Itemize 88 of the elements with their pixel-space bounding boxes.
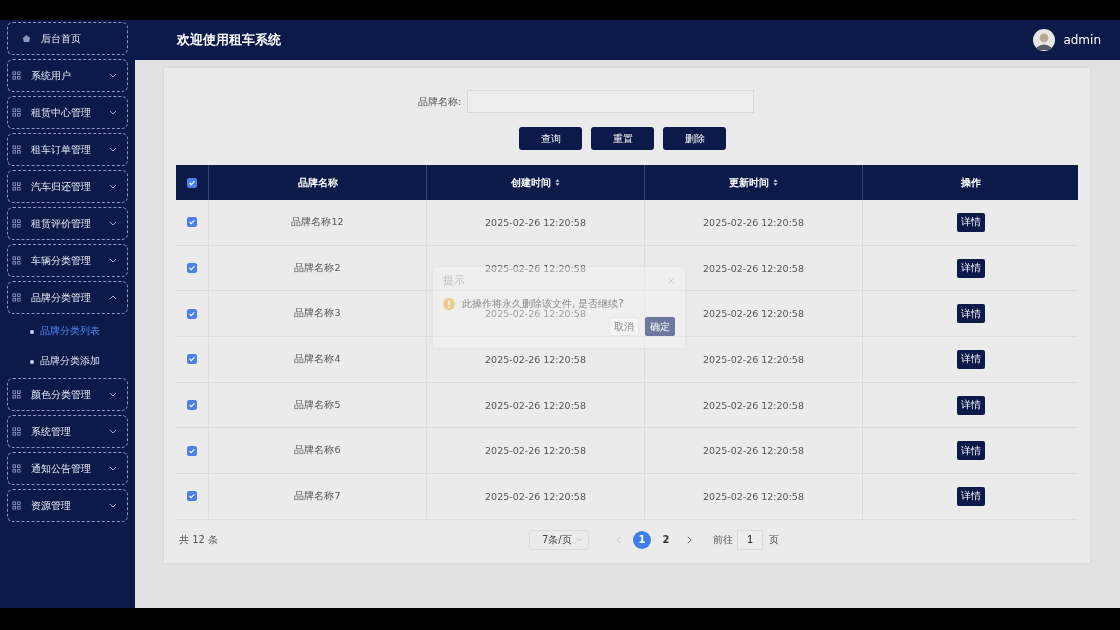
checkbox[interactable] [187, 177, 197, 188]
grid-icon [12, 390, 21, 399]
checkbox[interactable] [187, 400, 197, 411]
table-cell: 2025-02-26 12:20:58 [703, 399, 804, 411]
sort-icon[interactable] [555, 178, 560, 187]
table-cell: 2025-02-26 12:20:58 [485, 262, 586, 274]
grid-icon [12, 145, 21, 154]
page-title: 欢迎使用租车系统 [177, 31, 282, 49]
table-cell: 2025-02-26 12:20:58 [703, 445, 804, 457]
menu-item[interactable]: 租车订单管理 [7, 133, 128, 166]
details-button[interactable]: 详情 [956, 395, 985, 415]
table-cell: 2025-02-26 12:20:58 [703, 353, 804, 365]
checkbox[interactable] [187, 308, 197, 319]
details-button[interactable]: 详情 [956, 349, 985, 369]
checkbox[interactable] [187, 445, 197, 456]
avatar-icon[interactable] [1033, 29, 1056, 51]
menu-item[interactable]: 系统管理 [7, 415, 128, 448]
menu-item[interactable]: 颜色分类管理 [7, 378, 128, 411]
table-cell: 品牌名称12 [291, 215, 344, 229]
checkbox[interactable] [187, 354, 197, 365]
grid-icon [12, 501, 21, 510]
column-header: 更新时间 [729, 175, 769, 190]
table-cell: 2025-02-26 12:20:58 [703, 308, 804, 320]
caret-icon [576, 537, 583, 543]
dialog-message: 此操作将永久删除该文件, 是否继续? [462, 297, 624, 310]
menu-item[interactable]: 后台首页 [7, 22, 128, 55]
checkbox[interactable] [187, 217, 197, 228]
next-page-icon[interactable] [687, 535, 692, 544]
menu-item[interactable]: 汽车归还管理 [7, 170, 128, 203]
menu-item[interactable]: 系统用户 [7, 59, 128, 92]
checkbox[interactable] [187, 491, 197, 502]
table-cell: 品牌名称3 [294, 307, 341, 321]
details-button[interactable]: 详情 [956, 486, 985, 506]
warning-icon [443, 298, 455, 310]
grid-icon [12, 108, 21, 117]
table-cell: 品牌名称4 [294, 352, 341, 366]
action-button[interactable]: 重置 [591, 127, 654, 150]
cancel-button[interactable]: 取消 [609, 317, 639, 336]
page-number[interactable]: 1 [633, 530, 651, 549]
table-cell: 品牌名称6 [294, 444, 341, 458]
grid-icon [12, 464, 21, 473]
checkbox[interactable] [187, 263, 197, 274]
grid-icon [12, 256, 21, 265]
menu-item[interactable]: 品牌分类管理 [7, 281, 128, 314]
grid-icon [12, 182, 21, 191]
page-size-select[interactable]: 7条/页 [529, 529, 589, 550]
submenu-item[interactable]: 品牌分类列表 [7, 318, 135, 344]
menu-item[interactable]: 通知公告管理 [7, 452, 128, 485]
details-button[interactable]: 详情 [956, 212, 985, 232]
table-cell: 2025-02-26 12:20:58 [485, 353, 586, 365]
page-number[interactable]: 2 [657, 530, 675, 549]
column-header: 品牌名称 [297, 175, 338, 190]
home-icon [22, 34, 31, 43]
menu-item[interactable]: 资源管理 [7, 489, 128, 522]
menu-item[interactable]: 租赁中心管理 [7, 96, 128, 129]
table-cell: 品牌名称5 [294, 398, 341, 412]
table-cell: 2025-02-26 12:20:58 [703, 262, 804, 274]
page-field[interactable]: 1 [737, 529, 763, 550]
page-suffix: 页 [769, 532, 779, 547]
grid-icon [12, 427, 21, 436]
grid-icon [12, 71, 21, 80]
submenu-item[interactable]: 品牌分类添加 [7, 348, 135, 374]
details-button[interactable]: 详情 [956, 304, 985, 324]
table-cell: 品牌名称2 [294, 261, 341, 275]
table-cell: 2025-02-26 12:20:58 [485, 445, 586, 457]
table-cell: 2025-02-26 12:20:58 [485, 399, 586, 411]
goto-label: 前往 [713, 532, 733, 547]
total-count: 共 12 条 [179, 532, 220, 547]
table-cell: 2025-02-26 12:20:58 [485, 216, 586, 228]
table-cell: 2025-02-26 12:20:58 [485, 308, 586, 320]
table-cell: 2025-02-26 12:20:58 [703, 216, 804, 228]
menu-item[interactable]: 租赁评价管理 [7, 207, 128, 240]
field-label: 品牌名称: [418, 94, 462, 109]
details-button[interactable]: 详情 [956, 258, 985, 278]
action-button[interactable]: 查询 [519, 127, 582, 150]
table-cell: 2025-02-26 12:20:58 [485, 490, 586, 502]
grid-icon [12, 219, 21, 228]
details-button[interactable]: 详情 [956, 441, 985, 461]
sort-icon[interactable] [773, 178, 778, 187]
column-header: 创建时间 [511, 175, 551, 190]
action-button[interactable]: 删除 [663, 127, 726, 150]
grid-icon [12, 293, 21, 302]
confirm-button[interactable]: 确定 [645, 317, 675, 336]
menu-item[interactable]: 车辆分类管理 [7, 244, 128, 277]
column-header: 操作 [960, 175, 981, 190]
table-cell: 品牌名称7 [294, 489, 341, 503]
table-cell: 2025-02-26 12:20:58 [703, 490, 804, 502]
user-name[interactable]: admin [1063, 33, 1101, 47]
